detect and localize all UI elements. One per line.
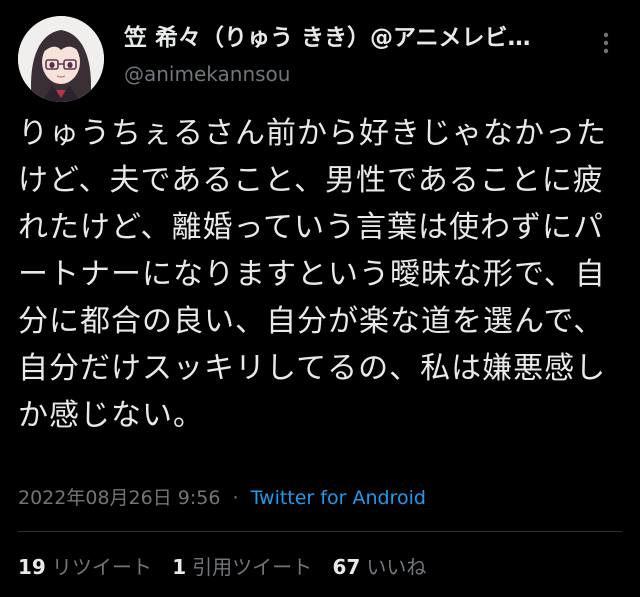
tweet-header: 笠 希々（りゅう きき）@アニメレビ… @animekannsou xyxy=(18,16,622,106)
tweet-timestamp[interactable]: 2022年08月26日 9:56 xyxy=(18,487,220,509)
retweet-count-link[interactable]: 19 リツイート xyxy=(18,552,152,582)
retweet-label: リツイート xyxy=(51,555,152,579)
tweet-text: りゅうちぇるさん前から好きじゃなかったけど、夫であること、男性であることに疲れた… xyxy=(18,116,607,433)
tweet-source-link[interactable]: Twitter for Android xyxy=(251,487,426,509)
divider xyxy=(18,531,622,532)
like-count: 67 xyxy=(332,555,361,579)
like-count-link[interactable]: 67 いいね xyxy=(332,552,426,582)
author-handle[interactable]: @animekannsou xyxy=(124,58,584,90)
tweet-meta: 2022年08月26日 9:56 · Twitter for Android xyxy=(18,484,426,512)
user-avatar-icon[interactable] xyxy=(18,16,104,102)
quote-tweet-count-link[interactable]: 1 引用ツイート xyxy=(172,552,312,582)
author-display-name[interactable]: 笠 希々（りゅう きき）@アニメレビ… xyxy=(124,20,584,56)
quote-tweet-count: 1 xyxy=(172,555,187,579)
author-info: 笠 希々（りゅう きき）@アニメレビ… @animekannsou xyxy=(124,20,584,90)
retweet-count: 19 xyxy=(18,555,46,579)
tweet-stats: 19 リツイート 1 引用ツイート 67 いいね xyxy=(18,552,440,582)
quote-tweet-label: 引用ツイート xyxy=(192,555,313,579)
like-label: いいね xyxy=(366,555,427,579)
meta-separator: · xyxy=(232,487,239,509)
more-vertical-icon[interactable] xyxy=(596,28,616,58)
tweet-detail: 笠 希々（りゅう きき）@アニメレビ… @animekannsou りゅうちぇる… xyxy=(0,0,640,597)
